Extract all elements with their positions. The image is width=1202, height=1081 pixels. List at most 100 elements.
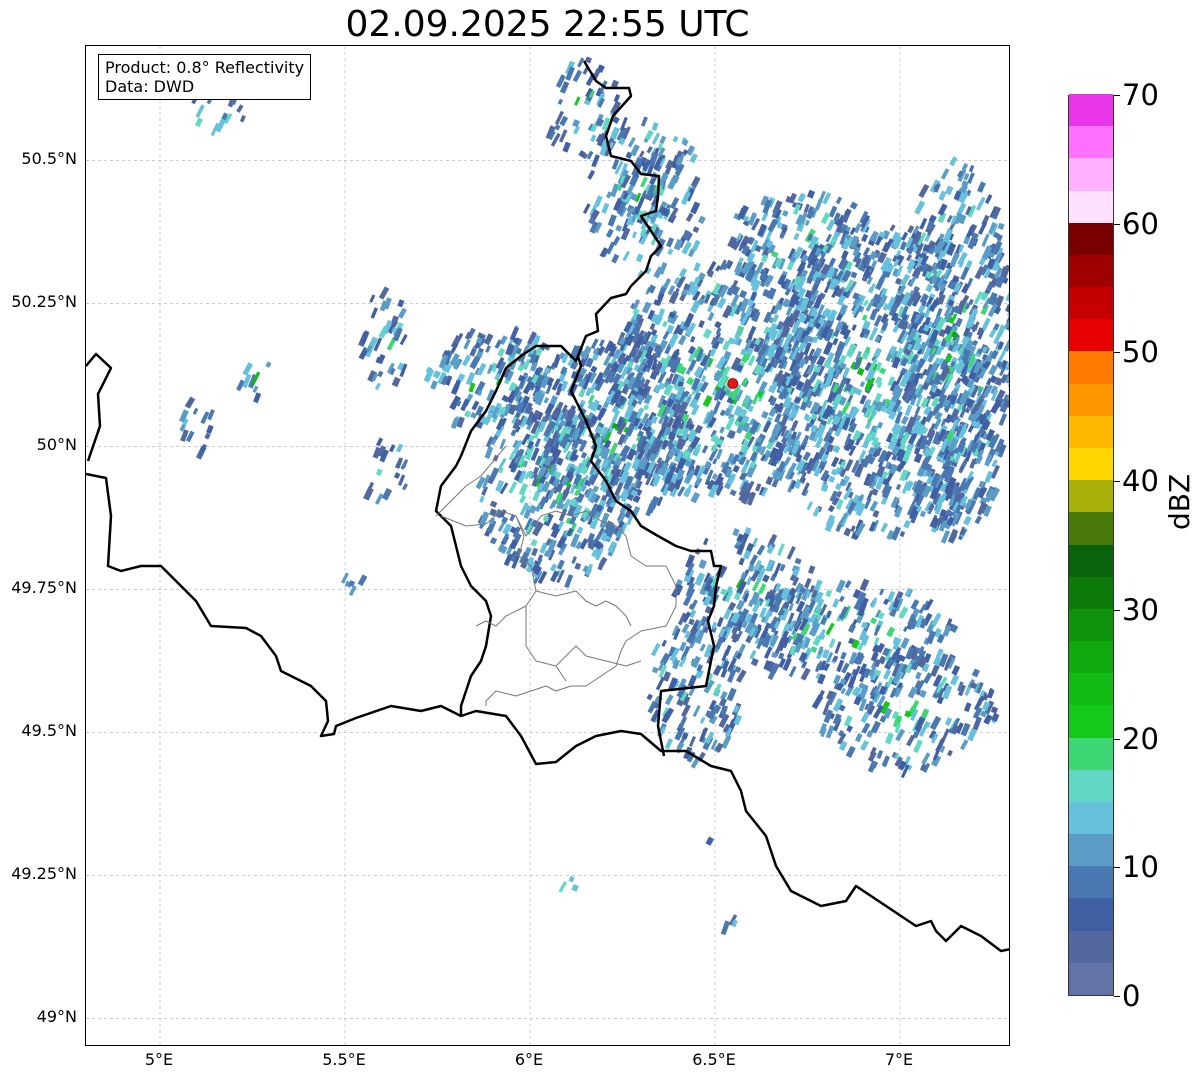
radar-echo-pixel: [869, 500, 879, 512]
radar-echo-pixel: [430, 380, 438, 390]
radar-echo-pixel: [661, 639, 667, 647]
radar-echo-pixel: [720, 668, 728, 678]
radar-echo-pixel: [611, 253, 620, 264]
radar-echo-pixel: [929, 715, 942, 731]
radar-echo-pixel: [910, 599, 920, 611]
radar-echo-pixel: [847, 394, 854, 403]
radar-echo-pixel: [840, 651, 847, 660]
radar-echo-pixel: [783, 456, 792, 466]
radar-echo-pixel: [697, 215, 706, 225]
radar-echo-pixel: [845, 745, 856, 759]
map-canvas: [86, 46, 1009, 1045]
radar-echo-pixel: [860, 711, 870, 724]
radar-echo-pixel: [558, 129, 568, 143]
radar-echo-pixel: [851, 324, 857, 331]
radar-echo-pixel: [423, 368, 435, 383]
colorbar-segment: [1069, 576, 1113, 609]
radar-echo-pixel: [651, 132, 661, 145]
radar-echo-pixel: [925, 283, 934, 293]
radar-echo-pixel: [651, 122, 659, 131]
radar-echo-pixel: [938, 190, 947, 201]
radar-echo-pixel: [719, 426, 725, 434]
radar-echo-pixel: [369, 294, 376, 303]
border-line: [475, 515, 642, 682]
radar-echo-pixel: [781, 210, 789, 217]
latitude-tick-label: 49.75°N: [11, 578, 77, 598]
radar-echo-pixel: [941, 728, 950, 741]
radar-echo-pixel: [739, 289, 748, 299]
radar-echo-pixel: [635, 253, 644, 263]
radar-echo-pixel: [363, 487, 374, 501]
radar-echo-pixel: [703, 537, 709, 546]
radar-echo-pixel: [748, 325, 757, 338]
radar-echo-pixel: [835, 196, 843, 205]
radar-echo-pixel: [913, 739, 923, 754]
radar-echo-pixel: [239, 115, 246, 123]
radar-echo-pixel: [751, 393, 760, 405]
colorbar-segment: [1069, 801, 1113, 835]
radar-echo-pixel: [698, 559, 707, 570]
colorbar-segment: [1069, 479, 1113, 513]
radar-echo-pixel: [838, 303, 849, 316]
radar-echo-pixel: [485, 345, 492, 353]
radar-echo-pixel: [701, 375, 707, 383]
radar-echo-pixel: [755, 483, 762, 492]
radar-echo-pixel: [900, 415, 909, 425]
radar-echo-pixel: [963, 515, 972, 526]
radar-echo-pixel: [194, 117, 204, 128]
radar-echo-pixel: [914, 200, 926, 215]
radar-echo-pixel: [678, 267, 688, 278]
radar-echo-pixel: [577, 57, 585, 68]
radar-echo-pixel: [590, 365, 598, 374]
radar-echo-pixel: [965, 260, 973, 268]
radar-echo-pixel: [638, 150, 645, 158]
radar-echo-pixel: [984, 194, 993, 204]
radar-echoes: [178, 56, 1009, 936]
colorbar-segment: [1069, 704, 1113, 738]
radar-echo-pixel: [845, 343, 857, 358]
colorbar-tick-mark: [1114, 223, 1120, 225]
radar-echo-pixel: [899, 241, 907, 251]
colorbar-tick-label: 20: [1122, 721, 1159, 756]
radar-echo-pixel: [594, 195, 603, 208]
colorbar-tick-mark: [1114, 609, 1120, 611]
radar-echo-pixel: [951, 664, 961, 676]
colorbar-segment: [1069, 930, 1113, 963]
radar-echo-pixel: [762, 574, 770, 583]
colorbar-tick-mark: [1114, 996, 1120, 997]
radar-echo-pixel: [804, 577, 812, 589]
colorbar-tick-mark: [1114, 867, 1120, 869]
radar-echo-pixel: [662, 320, 668, 328]
radar-echo-pixel: [804, 422, 812, 432]
radar-echo-pixel: [640, 176, 648, 188]
radar-echo-pixel: [391, 376, 401, 388]
colorbar-segment: [1069, 157, 1113, 191]
radar-echo-pixel: [921, 752, 931, 765]
radar-echo-pixel: [832, 598, 840, 608]
radar-echo-pixel: [705, 731, 715, 745]
radar-echo-pixel: [811, 694, 824, 710]
radar-echo-pixel: [534, 438, 542, 448]
radar-echo-pixel: [807, 565, 816, 575]
radar-echo-pixel: [850, 525, 856, 532]
radar-echo-pixel: [601, 202, 610, 214]
radar-echo-pixel: [788, 602, 794, 612]
radar-echo-pixel: [375, 437, 384, 447]
radar-echo-pixel: [975, 196, 986, 211]
colorbar-segment: [1069, 962, 1113, 995]
radar-echo-pixel: [746, 576, 753, 586]
radar-echo-pixel: [615, 224, 623, 232]
radar-echo-pixel: [399, 334, 408, 346]
radar-echo-pixel: [869, 617, 878, 625]
radar-echo-pixel: [699, 643, 706, 652]
radar-echo-pixel: [206, 424, 214, 435]
colorbar-segment: [1069, 286, 1113, 320]
radar-echo-pixel: [568, 875, 575, 883]
radar-echo-pixel: [667, 176, 678, 190]
radar-echo-pixel: [664, 694, 674, 706]
radar-echo-pixel: [612, 235, 621, 246]
product-label: Product: 0.8° Reflectivity: [105, 58, 305, 77]
latitude-tick-label: 49.5°N: [21, 721, 77, 741]
radar-echo-pixel: [786, 260, 795, 271]
radar-echo-pixel: [357, 574, 368, 587]
